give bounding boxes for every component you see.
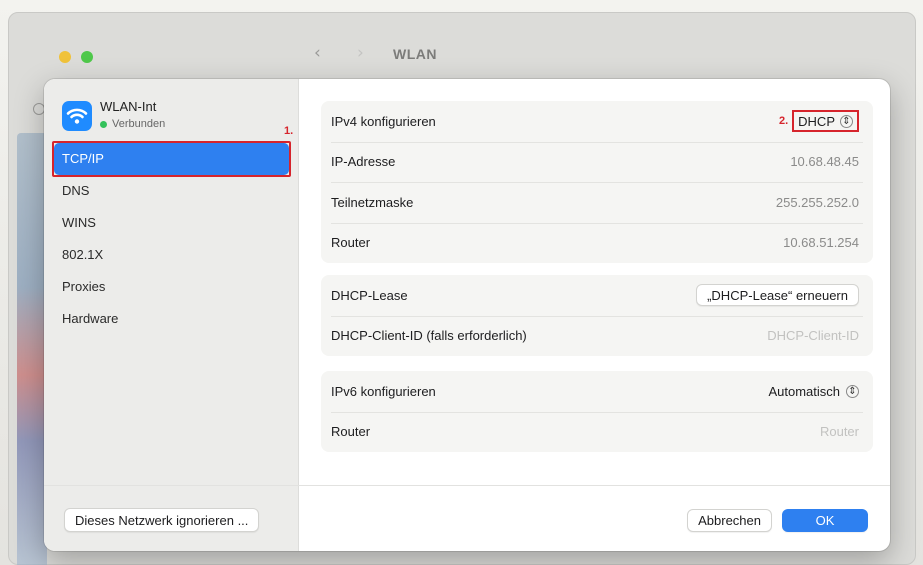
network-status-label: Verbunden <box>112 118 166 130</box>
ipv4-configure-row: IPv4 konfigurieren 2. DHCP ⇕ <box>321 101 873 142</box>
ipv6-configure-label: IPv6 konfigurieren <box>331 383 436 399</box>
network-details-sheet: WLAN-Int Verbunden TCP/IP DNS WINS 802.1… <box>44 79 890 551</box>
sidebar-item-tcpip[interactable]: TCP/IP <box>54 143 289 175</box>
sheet-footer: Dieses Netzwerk ignorieren ... Abbrechen… <box>44 485 890 551</box>
tcpip-panel: IPv4 konfigurieren 2. DHCP ⇕ IP-Adresse … <box>299 79 890 551</box>
ignore-network-button[interactable]: Dieses Netzwerk ignorieren ... <box>64 508 260 532</box>
chevron-updown-icon: ⇕ <box>840 114 853 128</box>
ip-address-row: IP-Adresse 10.68.48.45 <box>321 141 873 183</box>
subnet-mask-value: 255.255.252.0 <box>775 194 859 210</box>
ipv6-configure-popup[interactable]: Automatisch ⇕ <box>768 384 859 399</box>
router-label: Router <box>331 235 371 251</box>
ip-address-label: IP-Adresse <box>331 154 396 170</box>
ipv4-configure-control: 2. DHCP ⇕ <box>778 110 859 133</box>
background-titlebar: ‹ › WLAN <box>9 13 915 77</box>
zoom-window-button[interactable] <box>81 51 93 63</box>
subnet-mask-row: Teilnetzmaske 255.255.252.0 <box>321 182 873 223</box>
router-row: Router 10.68.51.254 <box>321 222 873 264</box>
cancel-button[interactable]: Abbrechen <box>687 509 772 532</box>
chevron-updown-icon: ⇕ <box>846 384 859 398</box>
window-title: WLAN <box>393 46 437 62</box>
forward-icon[interactable]: › <box>357 43 364 63</box>
sidebar-item-8021x[interactable]: 802.1X <box>54 239 289 271</box>
wifi-icon <box>62 101 92 131</box>
ipv6-configure-row: IPv6 konfigurieren Automatisch ⇕ <box>321 371 873 412</box>
sidebar-item-proxies[interactable]: Proxies <box>54 271 289 303</box>
ipv6-router-row: Router Router <box>321 411 873 453</box>
dhcp-lease-row: DHCP-Lease „DHCP-Lease“ erneuern <box>321 275 873 316</box>
ok-button[interactable]: OK <box>782 509 868 532</box>
network-status: Verbunden <box>100 118 165 130</box>
sidebar-item-wins[interactable]: WINS <box>54 207 289 239</box>
dhcp-lease-label: DHCP-Lease <box>331 287 408 303</box>
ipv6-group: IPv6 konfigurieren Automatisch ⇕ Router … <box>321 371 873 452</box>
background-sidebar <box>17 133 47 565</box>
ip-address-value: 10.68.48.45 <box>790 154 859 170</box>
back-icon[interactable]: ‹ <box>314 43 321 63</box>
subnet-mask-label: Teilnetzmaske <box>331 194 414 210</box>
ipv6-configure-value: Automatisch <box>768 383 840 399</box>
dhcp-group: DHCP-Lease „DHCP-Lease“ erneuern DHCP-Cl… <box>321 275 873 356</box>
ipv4-group: IPv4 konfigurieren 2. DHCP ⇕ IP-Adresse … <box>321 101 873 263</box>
status-dot-icon <box>100 120 107 128</box>
ipv6-router-field[interactable]: Router <box>820 424 859 439</box>
ipv4-configure-label: IPv4 konfigurieren <box>331 113 436 129</box>
step1-marker: 1. <box>284 125 294 137</box>
renew-dhcp-lease-button[interactable]: „DHCP-Lease“ erneuern <box>696 284 859 307</box>
dhcp-client-id-row: DHCP-Client-ID (falls erforderlich) DHCP… <box>321 315 873 357</box>
minimize-window-button[interactable] <box>59 51 71 63</box>
step2-marker: 2. <box>778 115 789 128</box>
ipv4-configure-value: DHCP <box>798 113 835 129</box>
dhcp-client-id-field[interactable]: DHCP-Client-ID <box>767 328 859 343</box>
sidebar-item-hardware[interactable]: Hardware <box>54 303 289 335</box>
details-sidebar: WLAN-Int Verbunden TCP/IP DNS WINS 802.1… <box>44 79 299 551</box>
ipv4-configure-popup[interactable]: DHCP ⇕ <box>792 110 859 133</box>
details-nav: TCP/IP DNS WINS 802.1X Proxies Hardware <box>54 143 289 335</box>
ipv6-router-label: Router <box>331 424 371 440</box>
dhcp-client-id-label: DHCP-Client-ID (falls erforderlich) <box>331 328 527 344</box>
network-name: WLAN-Int <box>100 99 157 114</box>
sidebar-item-dns[interactable]: DNS <box>54 175 289 207</box>
router-value: 10.68.51.254 <box>783 235 859 251</box>
